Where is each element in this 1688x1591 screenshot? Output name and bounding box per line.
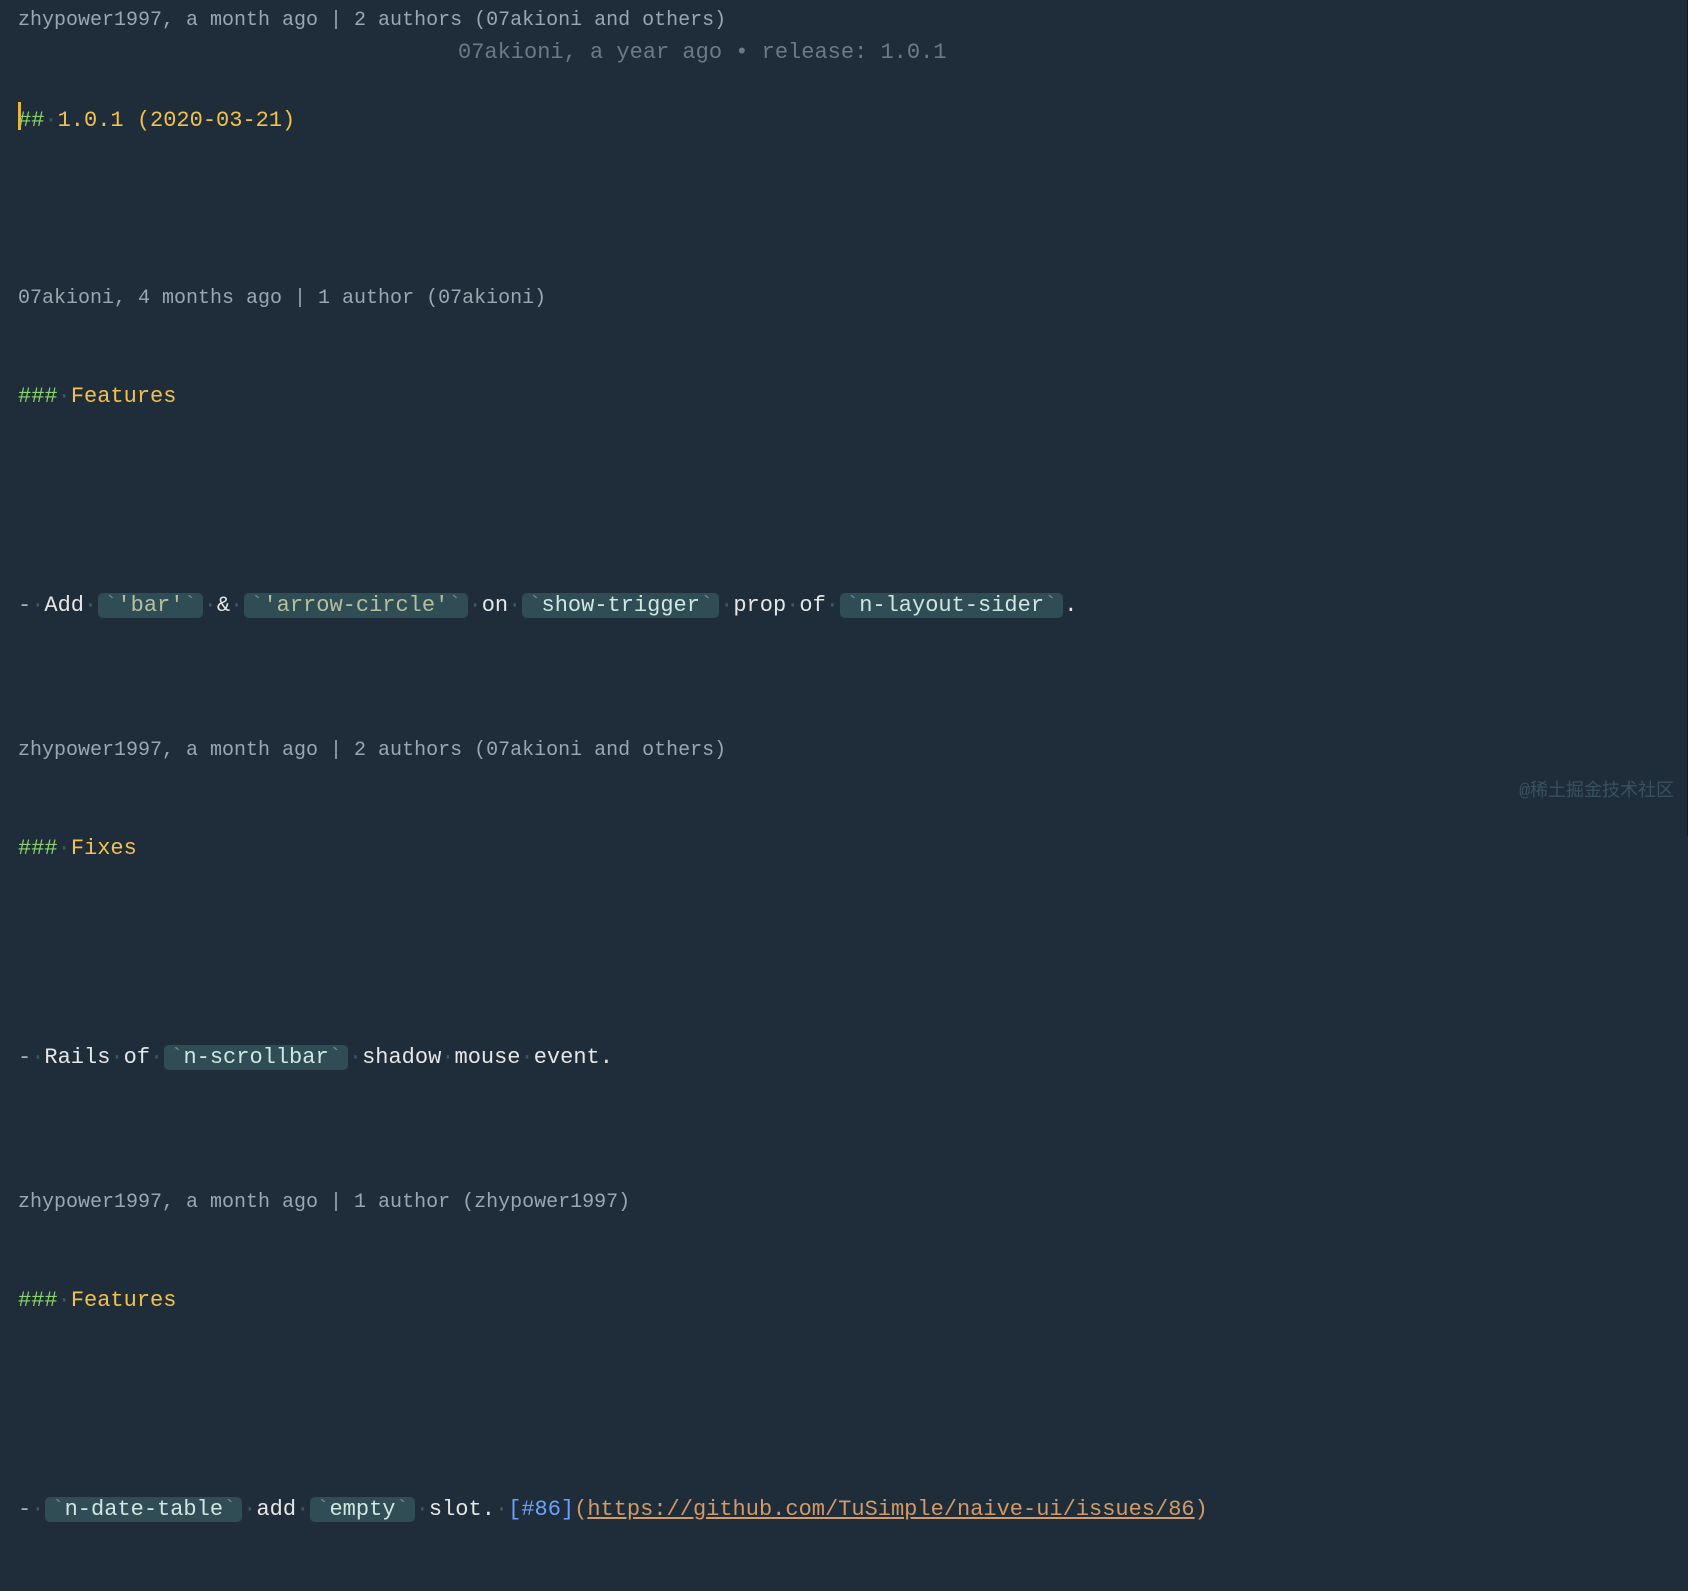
whitespace-dot: · bbox=[150, 1045, 163, 1070]
text-token: slot. bbox=[429, 1497, 495, 1522]
whitespace-dot: · bbox=[349, 1045, 362, 1070]
whitespace-dot: · bbox=[720, 593, 733, 618]
whitespace-dot: · bbox=[44, 108, 57, 133]
markdown-heading-mark: ## bbox=[18, 108, 44, 133]
markdown-heading-text: Fixes bbox=[71, 836, 137, 861]
markdown-heading-mark: ### bbox=[18, 1288, 58, 1313]
list-item[interactable]: -·Add·`'bar'`·&·`'arrow-circle'`·on·`sho… bbox=[18, 589, 1688, 622]
text-token: mouse bbox=[455, 1045, 521, 1070]
whitespace-dot: · bbox=[243, 1497, 256, 1522]
code-line[interactable]: ###·Fixes bbox=[18, 766, 1688, 931]
text-token: event. bbox=[534, 1045, 613, 1070]
whitespace-dot: · bbox=[84, 593, 97, 618]
whitespace-dot: · bbox=[416, 1497, 429, 1522]
markdown-link-paren: ( bbox=[574, 1497, 587, 1522]
whitespace-dot: · bbox=[521, 1045, 534, 1070]
inline-code: `show-trigger` bbox=[521, 592, 720, 619]
heading-container[interactable]: ##·1.0.1 (2020-03-21) bbox=[18, 102, 1688, 137]
markdown-link-text[interactable]: #86 bbox=[521, 1497, 561, 1522]
inline-code: `n-scrollbar` bbox=[163, 1044, 349, 1071]
inline-code: `n-layout-sider` bbox=[839, 592, 1064, 619]
inline-code: `'arrow-circle'` bbox=[243, 592, 468, 619]
code-line[interactable]: ##·1.0.1 (2020-03-21) 07akioni, a year a… bbox=[18, 36, 1688, 236]
whitespace-dot: · bbox=[826, 593, 839, 618]
git-blame-annotation[interactable]: 07akioni, 4 months ago | 1 author (07aki… bbox=[18, 280, 1688, 314]
whitespace-dot: · bbox=[495, 1497, 508, 1522]
text-token: add bbox=[256, 1497, 296, 1522]
inline-code: `n-date-table` bbox=[44, 1496, 243, 1523]
whitespace-dot: · bbox=[296, 1497, 309, 1522]
list-dash: - bbox=[18, 1497, 31, 1522]
heading-container[interactable]: ###·Fixes bbox=[18, 832, 1688, 865]
whitespace-dot: · bbox=[230, 593, 243, 618]
whitespace-dot: · bbox=[204, 593, 217, 618]
editor-viewport[interactable]: zhypower1997, a month ago | 2 authors (0… bbox=[0, 0, 1688, 1591]
markdown-heading-text: 1.0.1 (2020-03-21) bbox=[58, 108, 296, 133]
inline-code: `'bar'` bbox=[97, 592, 203, 619]
whitespace-dot: · bbox=[58, 836, 71, 861]
git-blame-annotation[interactable]: zhypower1997, a month ago | 2 authors (0… bbox=[18, 2, 1688, 36]
whitespace-dot: · bbox=[110, 1045, 123, 1070]
whitespace-dot: · bbox=[31, 1497, 44, 1522]
markdown-link-paren: ) bbox=[1195, 1497, 1208, 1522]
list-dash: - bbox=[18, 593, 31, 618]
whitespace-dot: · bbox=[58, 384, 71, 409]
text-token: . bbox=[1064, 593, 1077, 618]
text-token: Add bbox=[44, 593, 84, 618]
whitespace-dot: · bbox=[31, 1045, 44, 1070]
watermark-text: @稀土掘金技术社区 bbox=[1519, 779, 1674, 806]
inline-code: `empty` bbox=[309, 1496, 415, 1523]
whitespace-dot: · bbox=[508, 593, 521, 618]
text-token: shadow bbox=[362, 1045, 441, 1070]
whitespace-dot: · bbox=[469, 593, 482, 618]
list-dash: - bbox=[18, 1045, 31, 1070]
git-blame-annotation[interactable]: zhypower1997, a month ago | 2 authors (0… bbox=[18, 732, 1688, 766]
whitespace-dot: · bbox=[441, 1045, 454, 1070]
markdown-link-bracket: ] bbox=[561, 1497, 574, 1522]
text-token: of bbox=[799, 593, 825, 618]
text-token: of bbox=[124, 1045, 150, 1070]
whitespace-dot: · bbox=[58, 1288, 71, 1313]
markdown-heading-mark: ### bbox=[18, 836, 58, 861]
code-line[interactable]: -·Rails·of·`n-scrollbar`·shadow·mouse·ev… bbox=[18, 975, 1688, 1140]
text-token: & bbox=[217, 593, 230, 618]
git-blame-annotation[interactable]: zhypower1997, a month ago | 1 author (zh… bbox=[18, 1184, 1688, 1218]
markdown-heading-mark: ### bbox=[18, 384, 58, 409]
code-line[interactable]: -·`n-date-table`·add·`empty`·slot.·[#86]… bbox=[18, 1427, 1688, 1591]
list-item[interactable]: -·Rails·of·`n-scrollbar`·shadow·mouse·ev… bbox=[18, 1041, 1688, 1074]
markdown-link-url[interactable]: https://github.com/TuSimple/naive-ui/iss… bbox=[587, 1497, 1194, 1522]
markdown-link-bracket: [ bbox=[508, 1497, 521, 1522]
markdown-heading-text: Features bbox=[71, 384, 177, 409]
whitespace-dot: · bbox=[786, 593, 799, 618]
heading-container[interactable]: ###·Features bbox=[18, 1284, 1688, 1317]
text-token: prop bbox=[733, 593, 786, 618]
code-line[interactable]: ###·Features bbox=[18, 1218, 1688, 1383]
markdown-heading-text: Features bbox=[71, 1288, 177, 1313]
code-line[interactable]: ###·Features bbox=[18, 314, 1688, 479]
heading-container[interactable]: ###·Features bbox=[18, 380, 1688, 413]
code-line[interactable]: -·Add·`'bar'`·&·`'arrow-circle'`·on·`sho… bbox=[18, 523, 1688, 688]
text-token: on bbox=[482, 593, 508, 618]
inline-git-lens[interactable]: 07akioni, a year ago • release: 1.0.1 bbox=[458, 36, 946, 69]
whitespace-dot: · bbox=[31, 593, 44, 618]
text-token: Rails bbox=[44, 1045, 110, 1070]
list-item[interactable]: -·`n-date-table`·add·`empty`·slot.·[#86]… bbox=[18, 1493, 1688, 1526]
